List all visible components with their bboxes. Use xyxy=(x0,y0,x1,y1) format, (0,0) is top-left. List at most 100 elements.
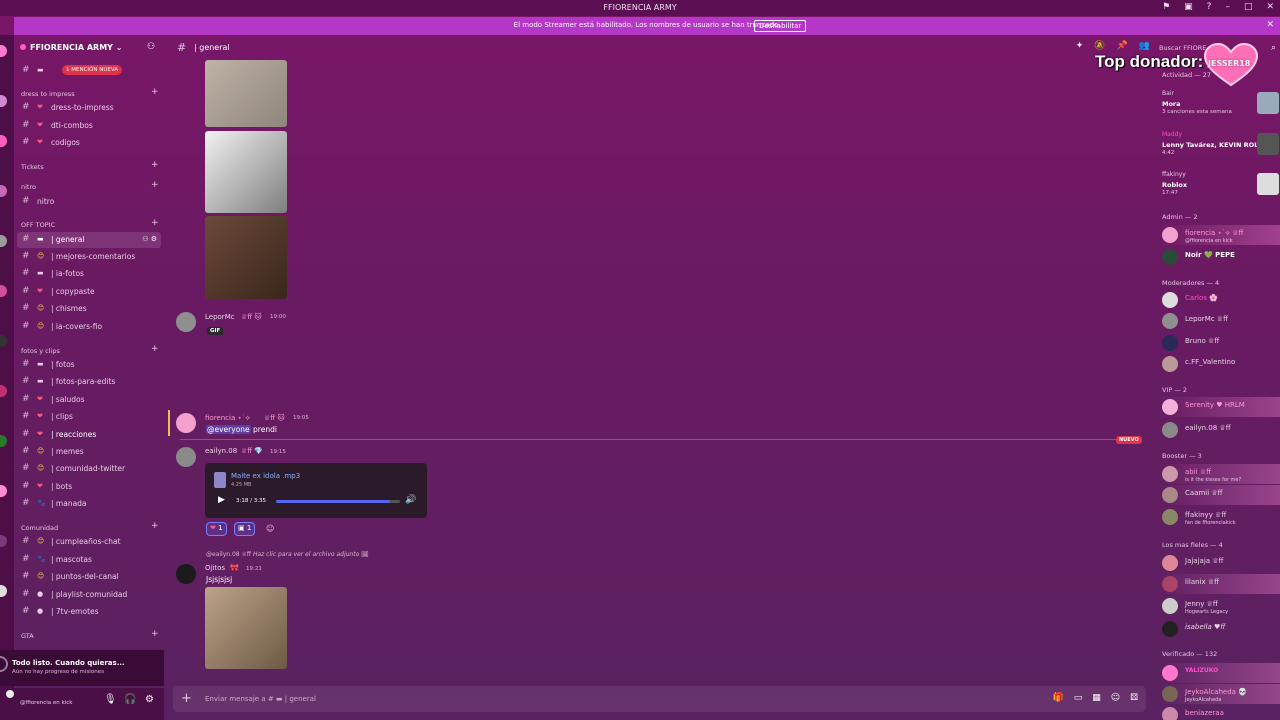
reaction-sticker[interactable]: ▣ 1 xyxy=(234,522,256,536)
member-item[interactable]: Noir 💚 PEPE xyxy=(1160,247,1280,267)
avatar[interactable] xyxy=(176,413,196,433)
minimize-icon[interactable]: – xyxy=(1225,2,1230,12)
quest-panel[interactable]: Todo listo. Cuando quieras... Aún no hay… xyxy=(0,650,164,686)
channel-item[interactable]: # 😊 | comunidad-twitter xyxy=(17,461,161,477)
message-author[interactable]: eailyn.08 xyxy=(205,447,237,455)
help-icon[interactable]: ? xyxy=(1207,2,1212,12)
channel-item[interactable]: # ▬ | ia-fotos xyxy=(17,266,161,282)
add-channel-icon[interactable]: + xyxy=(151,344,159,354)
channel-item[interactable]: # 😊 | cumpleaños-chat xyxy=(17,534,161,550)
close-banner-icon[interactable]: ✕ xyxy=(1266,20,1274,30)
member-item[interactable]: abii ♕ff is it the kisses for me? xyxy=(1160,464,1280,484)
member-item[interactable]: Caamii ♕ff xyxy=(1160,485,1280,505)
activity-card[interactable]: Maddy Lenny Tavárez, KEVIN ROL... 4:42 xyxy=(1162,131,1280,165)
server-icon[interactable] xyxy=(0,285,7,297)
channel-item[interactable]: # ❤ | clips xyxy=(17,409,161,425)
new-mention-pill[interactable]: 1 MENCIÓN NUEVA xyxy=(62,65,123,75)
server-icon[interactable] xyxy=(0,135,7,147)
add-channel-icon[interactable]: + xyxy=(151,87,159,97)
reaction-heart[interactable]: ❤ 1 xyxy=(206,522,227,536)
audio-progress-bar[interactable] xyxy=(276,500,400,503)
close-window-icon[interactable]: ✕ xyxy=(1266,2,1274,12)
member-item[interactable]: Jenny ♕ff Hogwarts Legacy xyxy=(1160,596,1280,616)
channel-mention-row[interactable]: # ▬ 1 MENCIÓN NUEVA xyxy=(17,63,161,79)
channel-item[interactable]: # 🐾 | manada xyxy=(17,496,161,512)
channel-item[interactable]: # ▬ | fotos-para-edits xyxy=(17,374,161,390)
message-composer[interactable]: + Enviar mensaje a # ▬ | general 🎁 ▭ ▦ ☺… xyxy=(173,686,1146,712)
add-channel-icon[interactable]: + xyxy=(151,521,159,531)
member-item[interactable]: Carlos 🌸 xyxy=(1160,290,1280,310)
disable-streamer-button[interactable]: Deshabilitar xyxy=(754,20,807,32)
server-name[interactable]: FFIORENCIA ARMY ⌄ xyxy=(20,43,122,52)
play-icon[interactable]: ▶ xyxy=(218,495,225,505)
member-item[interactable]: beniazeraa xyxy=(1160,705,1280,720)
server-icon[interactable] xyxy=(0,185,7,197)
server-icon[interactable] xyxy=(0,585,7,597)
volume-icon[interactable]: 🔊 xyxy=(405,495,416,505)
member-item[interactable]: c.FF_Valentino xyxy=(1160,354,1280,374)
avatar[interactable] xyxy=(176,312,196,332)
category-header[interactable]: fotos y clips xyxy=(21,347,60,355)
reply-reference[interactable]: @eailyn.08 ♕ff Haz clic para ver el arch… xyxy=(206,551,369,558)
channel-item[interactable]: # ❤ | copypaste xyxy=(17,284,161,300)
server-icon[interactable] xyxy=(0,235,7,247)
server-icon[interactable] xyxy=(0,485,7,497)
add-channel-icon[interactable]: + xyxy=(151,629,159,639)
member-item[interactable]: isabella ♥ff xyxy=(1160,619,1280,639)
search-input[interactable]: Buscar FFIORE xyxy=(1159,44,1206,52)
settings-icon[interactable]: ⚙ xyxy=(145,694,154,705)
member-item[interactable]: Bruno ♕ff xyxy=(1160,333,1280,353)
screen-icon[interactable]: ▣ xyxy=(1184,2,1193,12)
channel-item[interactable]: # ▬ | fotos xyxy=(17,357,161,373)
channel-item[interactable]: # ● | 7tv-emotes xyxy=(17,604,161,620)
avatar[interactable] xyxy=(6,690,14,698)
channel-item[interactable]: # ❤ | bots xyxy=(17,479,161,495)
avatar[interactable] xyxy=(176,564,196,584)
member-item[interactable]: eailyn.08 ♕ff xyxy=(1160,420,1280,440)
member-item[interactable]: Jajajaja ♕ff xyxy=(1160,553,1280,573)
threads-icon[interactable]: ✦ xyxy=(1076,41,1084,51)
message-author[interactable]: Ojitos xyxy=(205,564,225,572)
add-channel-icon[interactable]: + xyxy=(151,180,159,190)
activity-card[interactable]: ffakinyy Roblox 17:47 xyxy=(1162,171,1280,205)
inbox-icon[interactable]: ⚑ xyxy=(1162,2,1170,12)
channel-item[interactable]: # ❤ dress-to-impress xyxy=(17,100,161,116)
channel-item[interactable]: # ❤ | saludos xyxy=(17,392,161,408)
server-icon[interactable] xyxy=(0,45,7,57)
headphones-icon[interactable]: 🎧 xyxy=(124,694,136,705)
channel-item-active[interactable]: # ▬ | general ⚇ ⚙ xyxy=(17,232,161,248)
audio-filename[interactable]: Maite ex idola .mp3 xyxy=(231,472,300,480)
server-icon[interactable] xyxy=(0,95,7,107)
add-channel-icon[interactable]: + xyxy=(151,160,159,170)
pin-icon[interactable]: 📌 xyxy=(1117,41,1128,51)
channel-item[interactable]: # ❤ codigos xyxy=(17,135,161,151)
message-author[interactable]: LeporMc xyxy=(205,313,235,321)
add-channel-icon[interactable]: + xyxy=(151,218,159,228)
channel-item[interactable]: # 🐾 | mascotas xyxy=(17,552,161,568)
cat-image[interactable] xyxy=(205,131,287,213)
server-icon[interactable] xyxy=(0,385,7,397)
member-item[interactable]: fiorencia ⋆˙⟡ ♕ff @ffiorencia en kick xyxy=(1160,225,1280,245)
add-attachment-icon[interactable]: + xyxy=(181,691,192,706)
cat-image[interactable] xyxy=(205,60,287,127)
channel-item[interactable]: # ❤ | reacciones xyxy=(17,427,161,443)
member-item[interactable]: lilanix ♕ff xyxy=(1160,574,1280,594)
category-header[interactable]: nitro xyxy=(21,183,36,191)
activity-card[interactable]: Bair Mora 3 canciones esta semana xyxy=(1162,90,1280,124)
category-header[interactable]: GTA xyxy=(21,632,34,640)
channel-item[interactable]: # nitro xyxy=(17,194,161,210)
channel-item[interactable]: # 😊 | mejores-comentarios xyxy=(17,249,161,265)
members-icon[interactable]: 👥 xyxy=(1139,41,1150,51)
apps-icon[interactable]: ⚄ xyxy=(1130,693,1138,703)
member-item[interactable]: JeykoAlcaheda 💀 JeykoAlcaheda xyxy=(1160,684,1280,704)
message-author[interactable]: fiorencia ⋆˙⟡ xyxy=(205,414,250,423)
maximize-icon[interactable]: □ xyxy=(1244,2,1253,12)
monkey-image[interactable] xyxy=(205,216,287,299)
gif-icon[interactable]: ▭ xyxy=(1074,693,1083,703)
server-icon[interactable] xyxy=(0,535,7,547)
dog-image[interactable] xyxy=(205,587,287,669)
server-icon[interactable] xyxy=(0,335,7,347)
notifications-icon[interactable]: 🔕 xyxy=(1094,41,1105,51)
category-header[interactable]: Tickets xyxy=(21,163,44,171)
gift-icon[interactable]: 🎁 xyxy=(1053,693,1064,703)
